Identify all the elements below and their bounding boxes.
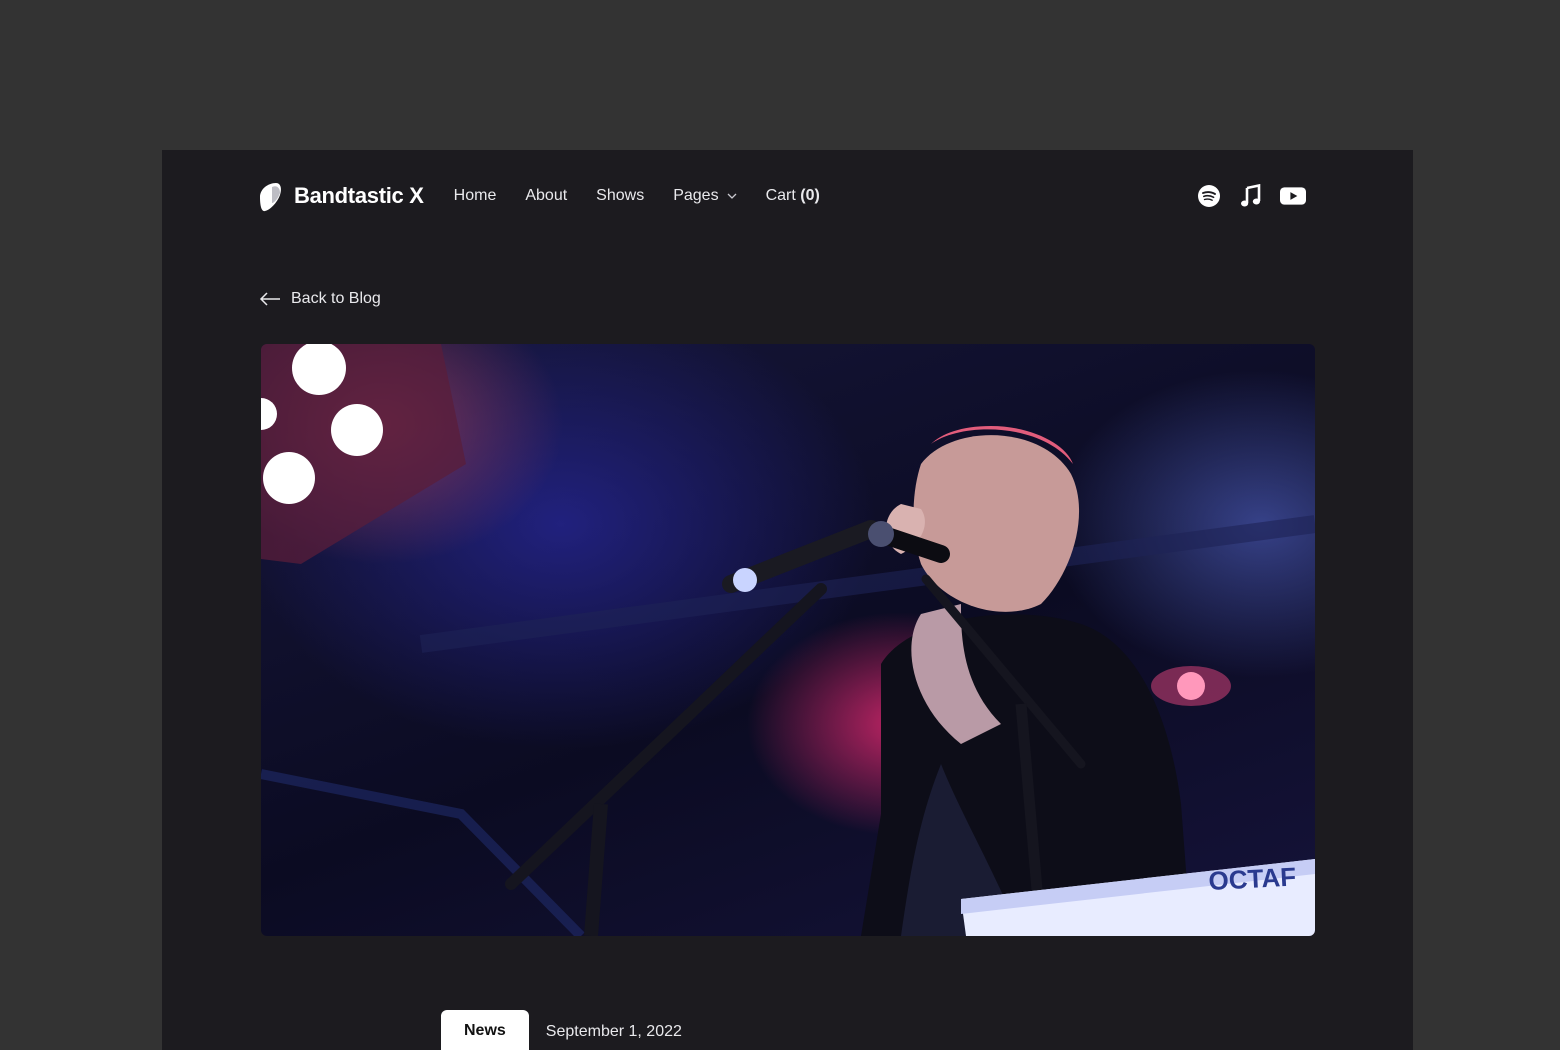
hero-image: OCTAF [261,344,1315,936]
nav-links: Home About Shows Pages Cart (0) [454,187,849,205]
spotify-icon [1198,185,1220,207]
top-nav: Bandtastic X Home About Shows Pages Cart… [254,178,1314,214]
nav-pages-dropdown[interactable]: Pages [673,187,737,205]
keyboard-brand-text: OCTAF [1208,861,1297,896]
guitar-pick-icon [260,183,281,212]
post-meta: News September 1, 2022 [441,1010,682,1050]
chevron-down-icon [727,193,737,199]
back-to-blog-label: Back to Blog [291,290,381,307]
spotify-link[interactable] [1196,183,1222,209]
apple-music-link[interactable] [1238,183,1264,209]
brand-logo[interactable]: Bandtastic X [254,179,424,213]
singer [861,426,1191,936]
nav-about-link[interactable]: About [525,187,567,205]
social-links [1196,183,1306,209]
nav-about-label: About [525,187,568,204]
category-tag[interactable]: News [441,1010,529,1050]
cart-count: (0) [800,187,820,204]
nav-cart-link[interactable]: Cart (0) [766,187,820,205]
nav-shows-link[interactable]: Shows [596,187,644,205]
nav-cart-label: Cart [765,187,796,204]
arrow-left-icon [259,292,280,306]
nav-home-label: Home [453,187,497,204]
apple-music-icon [1241,184,1261,207]
youtube-icon [1280,187,1306,205]
back-to-blog-link[interactable]: Back to Blog [259,290,381,308]
page-frame: Bandtastic X Home About Shows Pages Cart… [162,150,1413,1050]
nav-pages-label: Pages [673,187,719,204]
post-date: September 1, 2022 [545,1023,682,1040]
concert-photo: OCTAF [261,344,1315,936]
microphone-stand [505,520,880,936]
nav-shows-label: Shows [596,187,645,204]
youtube-link[interactable] [1280,183,1306,209]
nav-home-link[interactable]: Home [454,187,497,205]
brand-name: Bandtastic X [294,183,424,208]
